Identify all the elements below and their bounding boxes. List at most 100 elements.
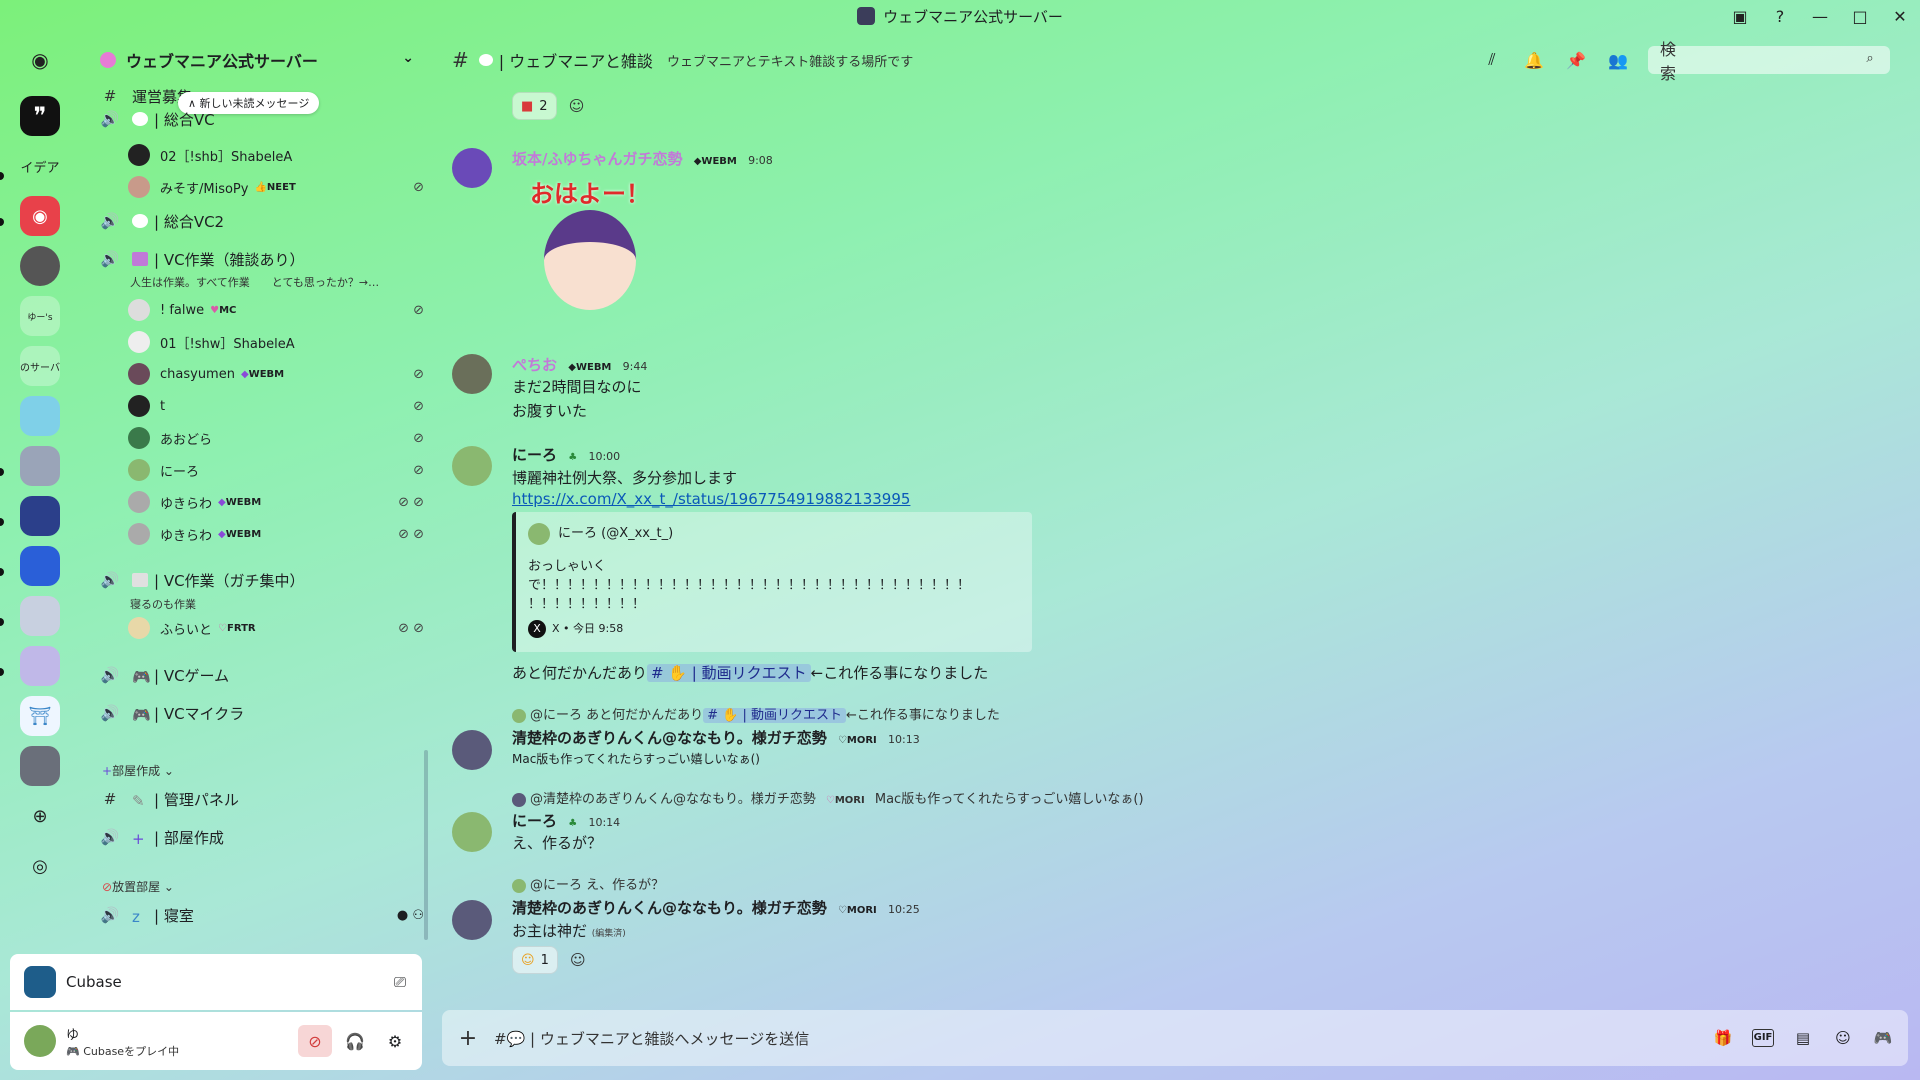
- clover-icon: ♣: [568, 452, 578, 463]
- avatar[interactable]: [452, 354, 492, 394]
- avatar[interactable]: [452, 900, 492, 940]
- voice-user[interactable]: ふらいと ♡FRTR ⊘ ⊘: [128, 615, 424, 641]
- server-avatar-9[interactable]: [20, 746, 60, 786]
- muted-mic-icon: ⊘: [413, 430, 424, 446]
- voice-user[interactable]: t ⊘: [128, 393, 424, 419]
- screen-share-icon[interactable]: ⎚: [394, 973, 406, 991]
- message-author[interactable]: にーろ ♣ 10:14: [512, 810, 620, 831]
- close-button[interactable]: ✕: [1880, 0, 1920, 32]
- gamepad-icon[interactable]: 🎮: [1872, 1029, 1894, 1047]
- server-avatar-7[interactable]: [20, 646, 60, 686]
- activity-panel[interactable]: Cubase ⎚: [10, 954, 422, 1010]
- avatar[interactable]: [452, 148, 492, 188]
- headphones-icon[interactable]: 🎧: [338, 1025, 372, 1057]
- gift-icon[interactable]: 🎁: [1712, 1029, 1734, 1047]
- voice-channel-game[interactable]: 🔊 🎮 | VCゲーム: [100, 660, 424, 690]
- reply-preview[interactable]: @清楚枠のあぎりんくん@ななもり。様ガチ恋勢 ♡MORI Mac版も作ってくれた…: [512, 788, 1144, 807]
- gear-icon[interactable]: ⚙: [378, 1025, 412, 1057]
- voice-channel-create[interactable]: 🔊 + | 部屋作成: [100, 822, 424, 852]
- bell-icon[interactable]: 🔔: [1522, 51, 1546, 70]
- server-header[interactable]: ウェブマニア公式サーバー ⌄: [82, 38, 430, 82]
- maximize-button[interactable]: □: [1840, 0, 1880, 32]
- server-quote[interactable]: ❞: [20, 96, 60, 136]
- pin-icon[interactable]: 📌: [1564, 51, 1588, 70]
- reply-preview[interactable]: @にーろ あと何だかんだあり # ✋ | 動画リクエスト ←これ作る事になりました: [512, 704, 1000, 723]
- message-input[interactable]: #💬 | ウェブマニアと雑談へメッセージを送信: [494, 1028, 809, 1049]
- attach-plus-icon[interactable]: +: [442, 1026, 494, 1051]
- x-logo-icon: X: [528, 619, 546, 638]
- add-server-icon[interactable]: ⊕: [20, 796, 60, 836]
- emoji-icon[interactable]: ☺: [1832, 1029, 1854, 1047]
- server-avatar-2[interactable]: [20, 396, 60, 436]
- chevron-down-icon[interactable]: ⌄: [402, 50, 414, 66]
- category-afk[interactable]: ⊘放置部屋 ⌄: [102, 878, 174, 895]
- voice-channel-vc1[interactable]: 🔊 | 総合VC: [100, 104, 424, 134]
- reaction[interactable]: ☺ 1: [512, 946, 558, 974]
- text-channel-admin[interactable]: # ✎ | 管理パネル: [100, 784, 424, 814]
- help-icon[interactable]: ?: [1760, 0, 1800, 32]
- explore-icon[interactable]: ◎: [20, 846, 60, 886]
- role-badge: ♡MORI: [837, 905, 877, 916]
- voice-user[interactable]: 02［!shb］ShabeleA: [128, 142, 424, 168]
- threads-icon[interactable]: ⫽: [1480, 50, 1504, 70]
- voice-user[interactable]: ! falwe ♥MC ⊘: [128, 297, 424, 323]
- voice-channel-vc2[interactable]: 🔊 | 総合VC2: [100, 206, 424, 236]
- reply-preview[interactable]: @にーろ え、作るが？: [512, 874, 664, 893]
- voice-channel-mc[interactable]: 🔊 🎮 | VCマイクラ: [100, 698, 424, 728]
- avatar[interactable]: [452, 730, 492, 770]
- message-author[interactable]: 坂本/ふゆちゃんガチ恋勢 ◆WEBM 9:08: [512, 148, 773, 169]
- add-reaction-icon[interactable]: ☺: [566, 948, 590, 972]
- server-avatar-4[interactable]: [20, 496, 60, 536]
- voice-user[interactable]: ゆきらわ ◆WEBM ⊘ ⊘: [128, 521, 424, 547]
- voice-user[interactable]: 01［!shw］ShabeleA: [128, 329, 424, 355]
- server-avatar-3[interactable]: [20, 446, 60, 486]
- gif-button[interactable]: GIF: [1752, 1029, 1774, 1047]
- gamepad-icon: 🎮: [132, 706, 151, 724]
- role-badge: ♡MORI: [825, 795, 865, 806]
- server-avatar-5[interactable]: [20, 546, 60, 586]
- voice-user[interactable]: ゆきらわ ◆WEBM ⊘ ⊘: [128, 489, 424, 515]
- voice-user[interactable]: chasyumen ◆WEBM ⊘: [128, 361, 424, 387]
- voice-user[interactable]: みそす/MisoPy 👍NEET ⊘: [128, 174, 424, 200]
- server-ours[interactable]: のサーバ: [20, 346, 60, 386]
- inbox-icon[interactable]: ▣: [1720, 0, 1760, 32]
- server-avatar-1[interactable]: [20, 246, 60, 286]
- server-avatar-8[interactable]: ⛩: [20, 696, 60, 736]
- message-author[interactable]: ぺちお ◆WEBM 9:44: [512, 354, 647, 375]
- members-icon[interactable]: 👥: [1606, 51, 1630, 70]
- server-avatar-6[interactable]: [20, 596, 60, 636]
- category-create[interactable]: +部屋作成 ⌄: [102, 762, 174, 779]
- avatar[interactable]: [452, 812, 492, 852]
- avatar: [128, 459, 150, 481]
- voice-channel-focus[interactable]: 🔊 | VC作業（ガチ集中）: [100, 565, 424, 595]
- speech-bubble-icon: [132, 112, 148, 126]
- sticker-icon[interactable]: ▤: [1792, 1029, 1814, 1047]
- message-author[interactable]: にーろ ♣ 10:00: [512, 444, 620, 465]
- voice-user[interactable]: あおどら ⊘: [128, 425, 424, 451]
- avatar[interactable]: [452, 446, 492, 486]
- voice-channel-sleep[interactable]: 🔊 z | 寝室 ● ⚇: [100, 900, 424, 930]
- message-author[interactable]: 清楚枠のあぎりんくん@ななもり。様ガチ恋勢 ♡MORI 10:25: [512, 897, 920, 918]
- server-yuu[interactable]: ゆー's: [20, 296, 60, 336]
- voice-user[interactable]: にーろ ⊘: [128, 457, 424, 483]
- message-text: まだ2時間目なのに: [512, 378, 642, 396]
- message-link[interactable]: https://x.com/X_xx_t_/status/19677549198…: [512, 490, 910, 508]
- message-composer[interactable]: + #💬 | ウェブマニアと雑談へメッセージを送信 🎁 GIF ▤ ☺ 🎮: [442, 1010, 1908, 1066]
- server-discord-red[interactable]: ◉: [20, 196, 60, 236]
- server-idea[interactable]: イデア: [20, 146, 60, 186]
- add-reaction-icon[interactable]: ☺: [565, 94, 589, 118]
- mute-mic-icon[interactable]: ⊘: [298, 1025, 332, 1057]
- reaction[interactable]: ■ 2: [512, 92, 557, 120]
- avatar[interactable]: [24, 1025, 56, 1057]
- minimize-button[interactable]: —: [1800, 0, 1840, 32]
- voice-channel-work[interactable]: 🔊 | VC作業（雑談あり）: [100, 244, 424, 274]
- search-input[interactable]: 検索 ⌕: [1648, 40, 1890, 83]
- sticker-image[interactable]: おはよー！: [522, 174, 658, 324]
- link-embed[interactable]: にーろ (@X_xx_t_) おっしゃいく で！！！！！！！！！！！！！！！！！…: [512, 512, 1032, 652]
- sidebar-scrollbar[interactable]: [424, 750, 428, 940]
- discord-home-icon[interactable]: ◉: [20, 40, 60, 80]
- channel-mention[interactable]: # ✋ | 動画リクエスト: [647, 664, 811, 682]
- chat-invite-icons[interactable]: ● ⚇: [397, 908, 424, 923]
- voice-icon: 🔊: [100, 828, 120, 846]
- message-author[interactable]: 清楚枠のあぎりんくん@ななもり。様ガチ恋勢 ♡MORI 10:13: [512, 727, 920, 748]
